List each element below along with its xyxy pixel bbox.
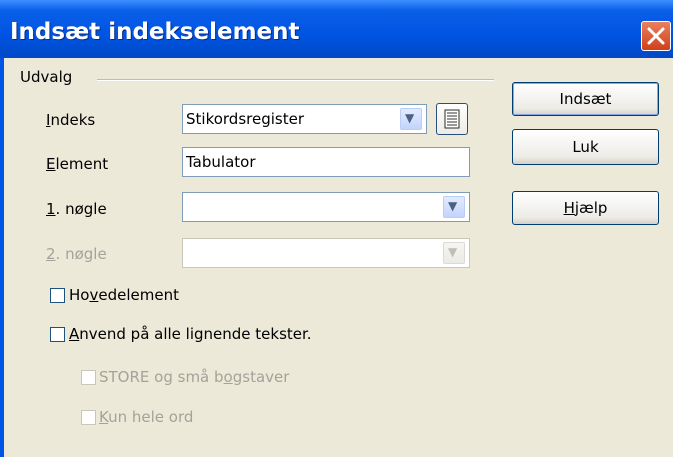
whole-words-checkbox [81,410,96,425]
key2-combobox: ▼ [182,238,470,268]
chevron-down-icon: ▼ [448,199,458,213]
match-case-checkbox [81,370,96,385]
main-entry-checkbox[interactable] [50,288,65,303]
element-input-value: Tabulator [186,153,256,171]
whole-words-label: Kun hele ord [99,408,194,426]
key1-label: 1. nøgle [46,200,107,218]
element-label: Element [46,155,109,173]
element-input[interactable]: Tabulator [182,147,470,177]
group-separator [97,79,494,81]
apply-all-label[interactable]: Anvend på alle lignende tekster. [69,325,312,343]
key2-dropdown-button: ▼ [443,242,465,264]
window-frame-left [0,58,4,457]
key2-label: 2. nøgle [46,245,107,263]
close-dialog-button[interactable]: Luk [512,129,659,165]
title-bar[interactable]: Indsæt indekselement [0,0,673,58]
key1-dropdown-button[interactable]: ▼ [443,196,465,218]
close-button[interactable] [641,21,671,51]
new-index-button[interactable] [436,103,468,135]
dialog-title: Indsæt indekselement [10,19,300,45]
help-button[interactable]: Hjælp [512,191,659,225]
index-label: Indeks [46,111,96,129]
index-dropdown-button[interactable]: ▼ [400,108,422,130]
apply-all-checkbox[interactable] [50,327,65,342]
match-case-label: STORE og små bogstaver [99,368,290,386]
index-select[interactable]: Stikordsregister ▼ [182,104,427,134]
main-entry-label[interactable]: Hovedelement [69,286,179,304]
chevron-down-icon: ▼ [448,245,458,259]
list-icon [444,109,460,129]
key1-combobox[interactable]: ▼ [182,192,470,222]
close-icon [647,27,665,45]
chevron-down-icon: ▼ [405,111,415,125]
insert-button[interactable]: Indsæt [512,82,659,116]
index-select-value: Stikordsregister [186,110,304,128]
group-label-selection: Udvalg [20,68,73,86]
